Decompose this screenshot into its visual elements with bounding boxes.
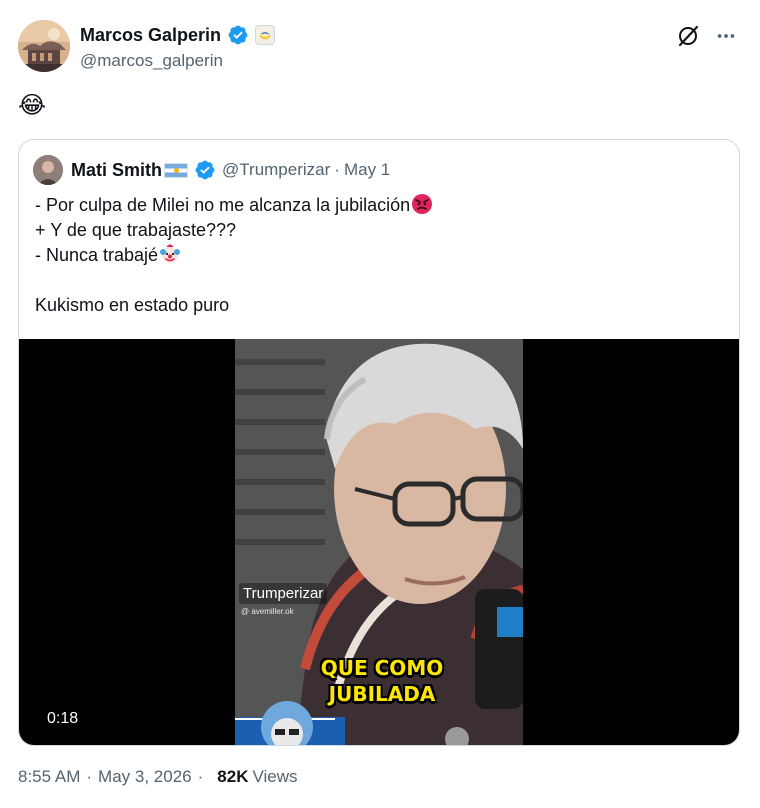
- quoted-line-4: [35, 268, 725, 293]
- tweet-text: 😂: [18, 92, 47, 119]
- quoted-tweet-text: - Por culpa de Milei no me alcanza la ju…: [35, 193, 725, 318]
- quoted-date[interactable]: May 1: [344, 160, 390, 180]
- more-horizontal-icon[interactable]: [712, 22, 740, 50]
- video-frame[interactable]: Trumperizar @ avemiller.ok QUE COMO JUBI…: [235, 339, 523, 745]
- video-duration: 0:18: [47, 710, 79, 727]
- quoted-verified-badge-icon[interactable]: [194, 159, 216, 181]
- author-avatar[interactable]: [18, 20, 70, 72]
- tweet-header: Marcos Galperin @marcos_galperin: [18, 18, 742, 78]
- argentina-flag-icon: [164, 162, 189, 178]
- video-caption: QUE COMO JUBILADA: [307, 655, 457, 707]
- quoted-tweet[interactable]: Mati Smith @Trumperizar · May 1 - Por cu…: [18, 139, 740, 746]
- clown-face-emoji-icon: [159, 243, 181, 265]
- quoted-line-3-text: - Nunca trabajé: [35, 245, 159, 265]
- angry-face-emoji-icon: [411, 193, 433, 215]
- affiliate-badge-icon[interactable]: [255, 25, 276, 45]
- author-handle[interactable]: @marcos_galperin: [80, 51, 223, 71]
- quoted-line-2: + Y de que trabajaste???: [35, 220, 237, 240]
- video-watermark-sub: @ avemiller.ok: [241, 607, 294, 616]
- video-caption-line-2: JUBILADA: [328, 682, 436, 706]
- views-label[interactable]: Views: [252, 767, 297, 787]
- grok-icon[interactable]: [674, 22, 702, 50]
- quoted-line-3: - Nunca trabajé: [35, 243, 725, 268]
- author-name-row: Marcos Galperin: [80, 24, 276, 46]
- verified-badge-icon[interactable]: [227, 24, 249, 46]
- quoted-line-1: - Por culpa de Milei no me alcanza la ju…: [35, 193, 725, 218]
- meta-separator: ·: [86, 767, 93, 786]
- tweet-time[interactable]: 8:55 AM: [18, 767, 80, 787]
- tweet-meta: 8:55 AM · May 3, 2026 · 82K Views: [18, 767, 298, 787]
- quoted-tweet-header: Mati Smith @Trumperizar · May 1: [33, 155, 390, 185]
- quoted-line-5: Kukismo en estado puro: [35, 295, 230, 315]
- tweet-date[interactable]: May 3, 2026: [98, 767, 192, 787]
- meta-separator-2: ·: [197, 767, 204, 786]
- quoted-line-1-text: - Por culpa de Milei no me alcanza la ju…: [35, 195, 411, 215]
- quoted-author-handle[interactable]: @Trumperizar: [222, 160, 330, 180]
- video-caption-line-1: QUE COMO: [320, 656, 444, 680]
- quoted-author-display-name[interactable]: Mati Smith: [71, 160, 162, 181]
- views-count[interactable]: 82K: [217, 767, 248, 787]
- quoted-author-avatar[interactable]: [33, 155, 63, 185]
- video-watermark: Trumperizar: [239, 583, 328, 604]
- quoted-separator: ·: [334, 160, 340, 179]
- author-display-name[interactable]: Marcos Galperin: [80, 25, 221, 46]
- video-player[interactable]: Trumperizar @ avemiller.ok QUE COMO JUBI…: [19, 339, 739, 745]
